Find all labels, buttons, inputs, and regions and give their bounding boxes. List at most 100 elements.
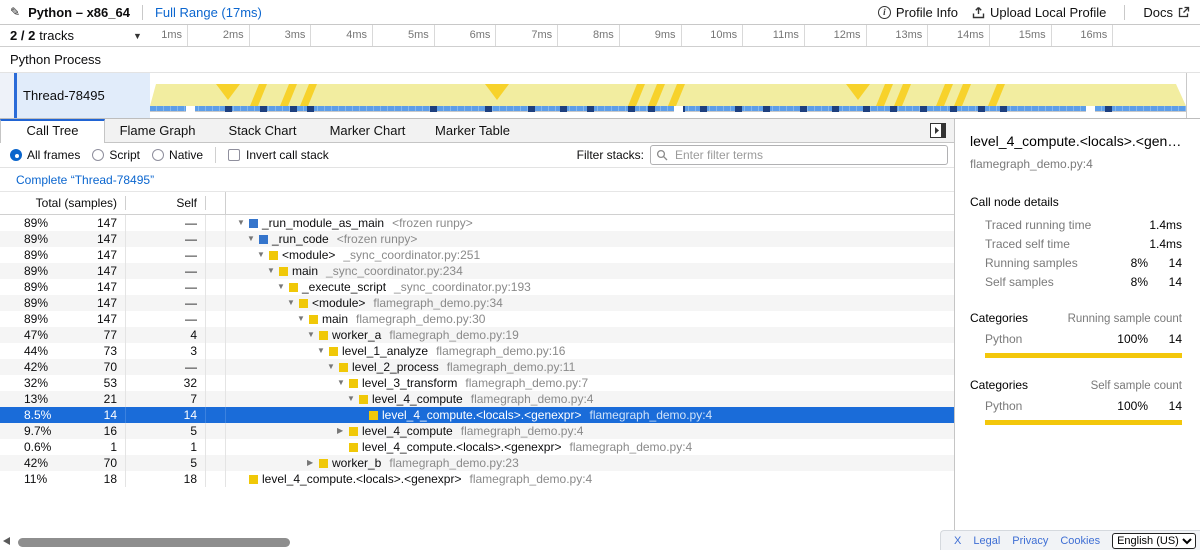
footer-legal-link[interactable]: Legal xyxy=(973,535,1000,547)
category-square-icon xyxy=(289,283,298,292)
detail-value: 1.4ms xyxy=(1148,237,1182,251)
expander-icon[interactable]: ▼ xyxy=(337,375,349,391)
expander-icon[interactable]: ▼ xyxy=(327,359,339,375)
filter-input[interactable] xyxy=(650,145,948,165)
call-tree-row[interactable]: 13% 21 7 ▼ level_4_compute flamegraph_de… xyxy=(0,391,954,407)
footer-privacy-link[interactable]: Privacy xyxy=(1012,535,1048,547)
upload-profile-button[interactable]: Upload Local Profile xyxy=(972,5,1106,20)
category-square-icon xyxy=(269,251,278,260)
call-tree-row[interactable]: 89% 147 — ▼ _execute_script _sync_coordi… xyxy=(0,279,954,295)
timeline-header: 2 / 2 tracks ▼ 1ms2ms3ms4ms5ms6ms7ms8ms9… xyxy=(0,25,1200,47)
radio-script[interactable]: Script xyxy=(92,148,140,162)
row-tree-cell: ▶ worker_b flamegraph_demo.py:23 xyxy=(226,455,954,471)
function-location: <frozen runpy> xyxy=(337,231,418,247)
category-square-icon xyxy=(329,347,338,356)
dark-sample xyxy=(485,106,492,112)
scroll-left-arrow-icon[interactable] xyxy=(3,537,10,545)
function-name: _run_module_as_main xyxy=(262,215,384,231)
profile-info-button[interactable]: i Profile Info xyxy=(878,5,958,20)
call-tree-row[interactable]: 89% 147 — ▼ main _sync_coordinator.py:23… xyxy=(0,263,954,279)
tab-call-tree[interactable]: Call Tree xyxy=(0,119,105,143)
dark-sample xyxy=(700,106,707,112)
row-tree-cell: ▼ <module> _sync_coordinator.py:251 xyxy=(226,247,954,263)
expander-icon[interactable]: ▼ xyxy=(287,295,299,311)
track-marker-layer xyxy=(150,84,1186,106)
row-self-samples: 1 xyxy=(126,439,206,455)
expander-icon[interactable]: ▼ xyxy=(347,391,359,407)
expander-icon[interactable]: ▼ xyxy=(297,311,309,327)
call-tree-row[interactable]: 32% 53 32 ▼ level_3_transform flamegraph… xyxy=(0,375,954,391)
footer-cookies-link[interactable]: Cookies xyxy=(1060,535,1100,547)
call-tree-row[interactable]: 11% 18 18 level_4_compute.<locals>.<gene… xyxy=(0,471,954,487)
call-tree-row[interactable]: 89% 147 — ▼ <module> flamegraph_demo.py:… xyxy=(0,295,954,311)
tracks-dropdown[interactable]: 2 / 2 tracks ▼ xyxy=(0,25,150,46)
expander-icon[interactable]: ▼ xyxy=(307,327,319,343)
radio-all-frames[interactable]: All frames xyxy=(10,148,80,162)
expander-icon[interactable]: ▼ xyxy=(247,231,259,247)
radio-native[interactable]: Native xyxy=(152,148,203,162)
ruler-tick: 13ms xyxy=(867,25,929,46)
ruler-tick: 11ms xyxy=(743,25,805,46)
expander-icon[interactable]: ▼ xyxy=(237,215,249,231)
category-square-icon xyxy=(279,267,288,276)
thread-track-row[interactable]: Thread-78495 xyxy=(0,73,1200,119)
expander-icon[interactable]: ▼ xyxy=(277,279,289,295)
track-marker-shape xyxy=(300,84,317,106)
tab-flame-graph[interactable]: Flame Graph xyxy=(105,119,210,142)
function-location: flamegraph_demo.py:16 xyxy=(436,343,565,359)
horizontal-scrollbar-thumb[interactable] xyxy=(18,538,290,547)
call-tree-row[interactable]: 89% 147 — ▼ main flamegraph_demo.py:30 xyxy=(0,311,954,327)
row-total-percent: 8.5% xyxy=(24,407,51,423)
category-square-icon xyxy=(299,299,308,308)
detail-row: Running samples8%14 xyxy=(970,253,1182,272)
col-icon xyxy=(206,192,226,214)
row-icon-cell xyxy=(206,247,226,263)
call-tree-row[interactable]: 44% 73 3 ▼ level_1_analyze flamegraph_de… xyxy=(0,343,954,359)
thread-track-label[interactable]: Thread-78495 xyxy=(17,73,150,118)
expander-icon[interactable]: ▶ xyxy=(307,455,319,471)
language-select[interactable]: English (US) xyxy=(1112,533,1196,549)
tab-stack-chart[interactable]: Stack Chart xyxy=(210,119,315,142)
expander-icon[interactable]: ▶ xyxy=(337,423,349,439)
breadcrumb-root-link[interactable]: Complete “Thread-78495” xyxy=(16,173,154,187)
divider xyxy=(1124,5,1125,20)
call-node-details: Traced running time1.4msTraced self time… xyxy=(970,215,1182,291)
full-range-link[interactable]: Full Range (17ms) xyxy=(155,5,262,20)
expander-icon[interactable]: ▼ xyxy=(317,343,329,359)
category-square-icon xyxy=(319,331,328,340)
call-tree-row[interactable]: 8.5% 14 14 level_4_compute.<locals>.<gen… xyxy=(0,407,954,423)
dark-sample xyxy=(290,106,297,112)
call-tree-row[interactable]: 42% 70 — ▼ level_2_process flamegraph_de… xyxy=(0,359,954,375)
expander-icon[interactable]: ▼ xyxy=(267,263,279,279)
call-tree-row[interactable]: 9.7% 16 5 ▶ level_4_compute flamegraph_d… xyxy=(0,423,954,439)
row-icon-cell xyxy=(206,375,226,391)
call-tree-row[interactable]: 47% 77 4 ▼ worker_a flamegraph_demo.py:1… xyxy=(0,327,954,343)
call-tree-row[interactable]: 89% 147 — ▼ _run_module_as_main <frozen … xyxy=(0,215,954,231)
dark-sample xyxy=(890,106,897,112)
sidebar-toggle-button[interactable] xyxy=(930,123,946,141)
radio-icon xyxy=(10,149,22,161)
tab-marker-chart[interactable]: Marker Chart xyxy=(315,119,420,142)
call-tree-row[interactable]: 0.6% 1 1 level_4_compute.<locals>.<genex… xyxy=(0,439,954,455)
docs-link[interactable]: Docs xyxy=(1143,5,1190,20)
function-location: flamegraph_demo.py:4 xyxy=(471,391,594,407)
call-tree-row[interactable]: 89% 147 — ▼ <module> _sync_coordinator.p… xyxy=(0,247,954,263)
row-tree-cell: ▼ <module> flamegraph_demo.py:34 xyxy=(226,295,954,311)
call-tree-row[interactable]: 89% 147 — ▼ _run_code <frozen runpy> xyxy=(0,231,954,247)
row-self-samples: 14 xyxy=(126,407,206,423)
process-track-header[interactable]: Python Process xyxy=(0,47,1200,73)
category-value: 14 xyxy=(1148,399,1182,413)
expander-icon[interactable]: ▼ xyxy=(257,247,269,263)
dark-sample xyxy=(1105,106,1112,112)
row-total-percent: 89% xyxy=(24,215,48,231)
dark-sample xyxy=(260,106,267,112)
invert-call-stack-checkbox[interactable]: Invert call stack xyxy=(228,148,329,162)
edit-pencil-icon[interactable]: ✎ xyxy=(10,5,20,19)
function-name: _run_code xyxy=(272,231,329,247)
tab-marker-table[interactable]: Marker Table xyxy=(420,119,525,142)
footer-close-link[interactable]: X xyxy=(954,535,961,547)
sample-strip xyxy=(150,106,1186,112)
call-tree-row[interactable]: 42% 70 5 ▶ worker_b flamegraph_demo.py:2… xyxy=(0,455,954,471)
thread-track-canvas[interactable] xyxy=(150,73,1186,118)
row-total-percent: 32% xyxy=(24,375,48,391)
